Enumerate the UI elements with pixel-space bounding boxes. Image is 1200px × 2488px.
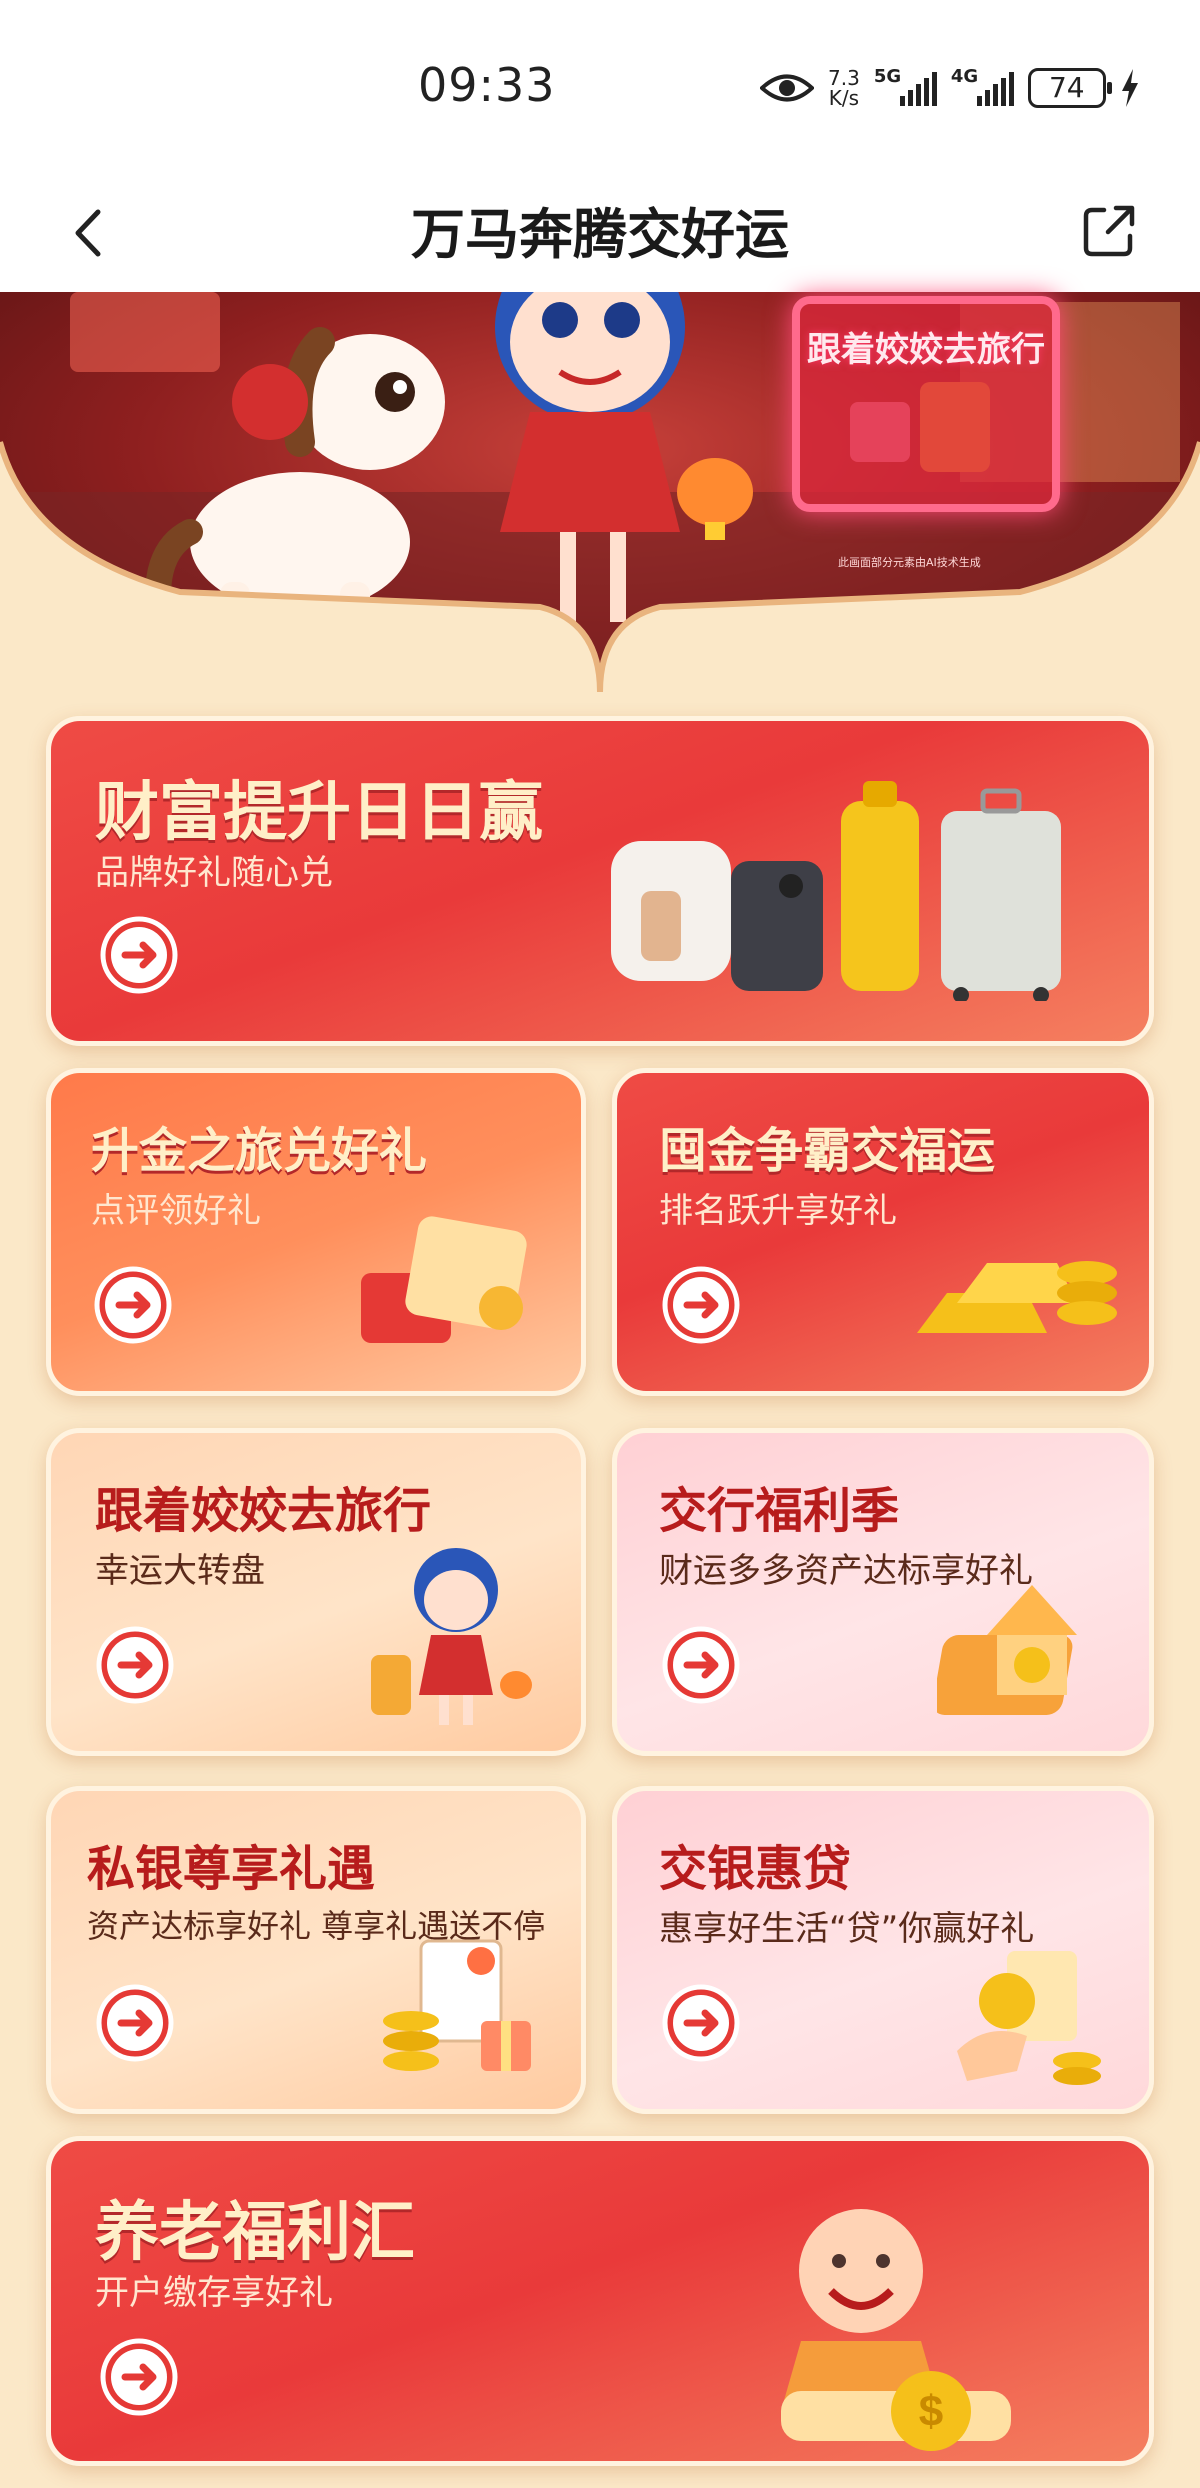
card-subtitle: 排名跃升享好礼 — [659, 1191, 897, 1231]
battery-icon: 74 — [1027, 68, 1112, 108]
card-title: 财富提升日日赢 — [95, 776, 543, 850]
travel-sign[interactable]: 跟着姣姣去旅行 — [792, 296, 1060, 512]
signal-4g-icon: 4G — [951, 66, 1014, 106]
gold-bars-illustration — [917, 1261, 1117, 1333]
nav-bar: 万马奔腾交好运 — [0, 176, 1200, 292]
eye-icon — [760, 74, 814, 102]
status-icons: 7.3 K/s 5G 4G 74 — [760, 58, 1140, 118]
status-bar: 09:33 7.3 K/s 5G 4G 74 — [0, 0, 1200, 176]
status-time: 09:33 — [418, 58, 556, 112]
card-gold-journey[interactable]: 升金之旅兑好礼 点评领好礼 — [46, 1068, 586, 1396]
card-wealth-growth[interactable]: 财富提升日日赢 品牌好礼随心兑 — [46, 716, 1154, 1046]
coins-document-gift-illustration — [383, 1939, 531, 2071]
card-title: 私银尊享礼遇 — [87, 1841, 376, 1897]
card-title: 交银惠贷 — [659, 1841, 852, 1897]
card-pension-benefits[interactable]: 养老福利汇 开户缴存享好礼 $ — [46, 2136, 1154, 2466]
card-bocom-welfare-season[interactable]: 交行福利季 财运多多资产达标享好礼 — [612, 1428, 1154, 1756]
arrow-right-icon[interactable] — [93, 1981, 177, 2065]
arrow-right-icon[interactable] — [97, 913, 181, 997]
share-icon[interactable] — [1078, 200, 1140, 262]
arrow-right-icon[interactable] — [659, 1623, 743, 1707]
red-envelope-ticket-illustration — [361, 1216, 527, 1343]
svg-text:$: $ — [919, 2387, 943, 2436]
card-title: 跟着姣姣去旅行 — [95, 1483, 432, 1539]
arrow-right-icon[interactable] — [93, 1623, 177, 1707]
network-speed: 7.3 K/s — [828, 66, 860, 110]
arrow-right-icon[interactable] — [659, 1263, 743, 1347]
arrow-right-icon[interactable] — [91, 1263, 175, 1347]
card-private-banking[interactable]: 私银尊享礼遇 资产达标享好礼 尊享礼遇送不停 — [46, 1786, 586, 2114]
card-title: 囤金争霸交福运 — [659, 1123, 996, 1179]
page-title: 万马奔腾交好运 — [411, 203, 789, 266]
ai-disclaimer: 此画面部分元素由AI技术生成 — [838, 556, 981, 569]
card-travel-with-jiaojiao[interactable]: 跟着姣姣去旅行 幸运大转盘 — [46, 1428, 586, 1756]
arrow-right-icon[interactable] — [97, 2335, 181, 2419]
card-title: 升金之旅兑好礼 — [91, 1123, 428, 1179]
card-title: 养老福利汇 — [95, 2196, 415, 2270]
prizes-illustration — [611, 781, 1061, 1001]
card-bocom-loan[interactable]: 交银惠贷 惠享好生活“贷”你赢好礼 — [612, 1786, 1154, 2114]
charging-icon — [1121, 69, 1138, 107]
signal-5g-icon: 5G — [874, 66, 937, 106]
card-subtitle: 开户缴存享好礼 — [95, 2273, 333, 2313]
arrow-right-icon[interactable] — [659, 1981, 743, 2065]
elder-with-coins-illustration: $ — [781, 2209, 1011, 2451]
card-subtitle: 幸运大转盘 — [95, 1551, 265, 1591]
hand-coin-illustration — [957, 1951, 1101, 2085]
card-subtitle: 品牌好礼随心兑 — [95, 853, 333, 893]
card-title: 交行福利季 — [659, 1483, 900, 1539]
card-subtitle: 点评领好礼 — [91, 1191, 261, 1231]
bank-phone-illustration — [937, 1585, 1077, 1715]
card-gold-contest[interactable]: 囤金争霸交福运 排名跃升享好礼 — [612, 1068, 1154, 1396]
girl-with-suitcase-illustration — [371, 1548, 532, 1725]
